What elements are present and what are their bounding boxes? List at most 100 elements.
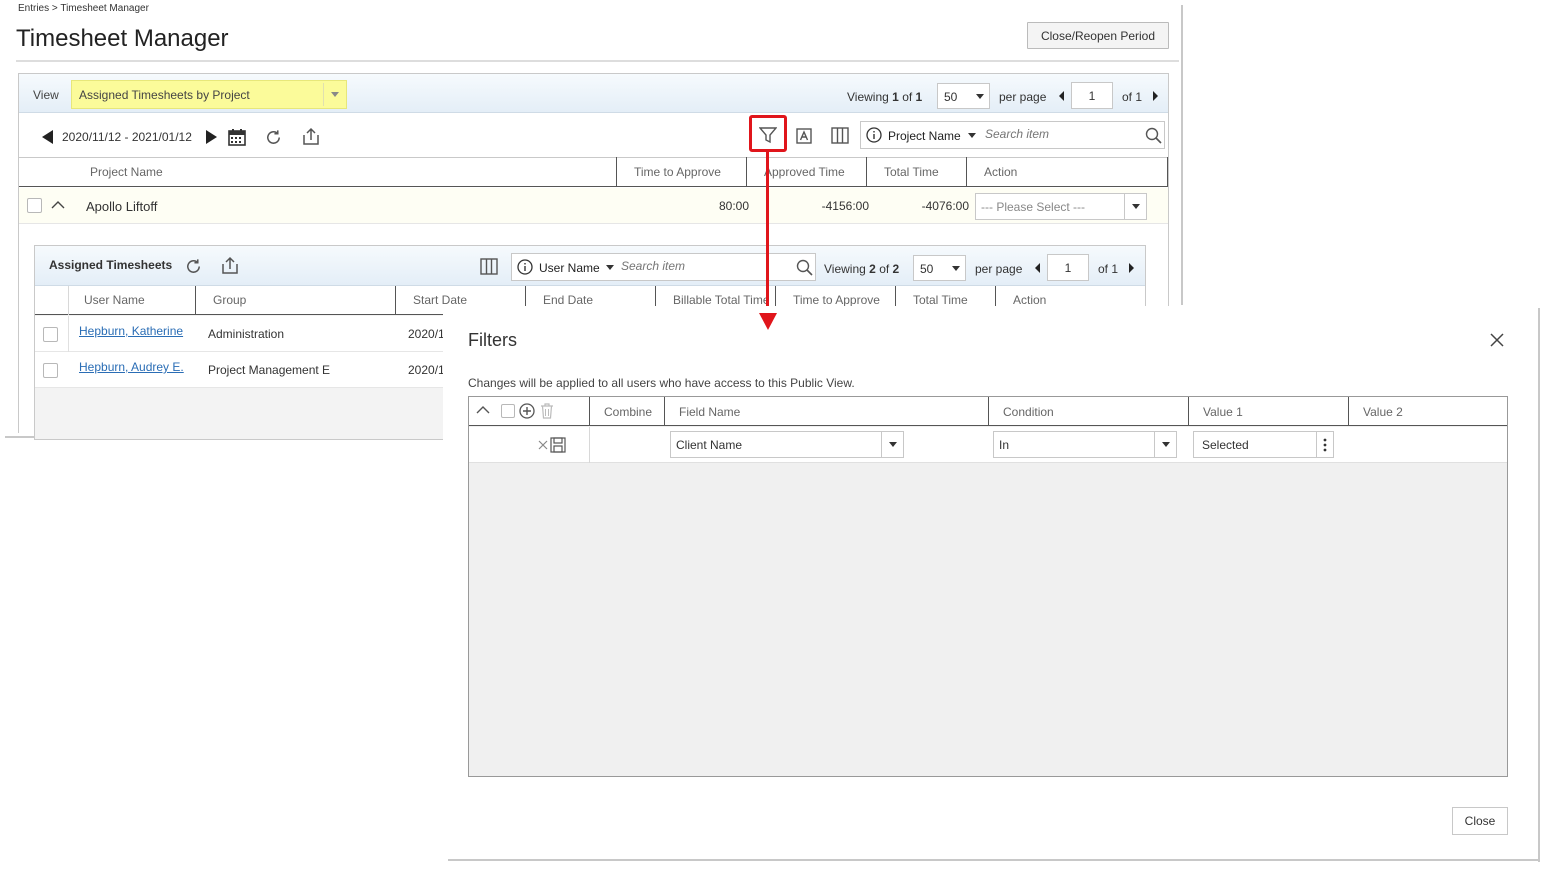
- col-action: Action: [1013, 293, 1047, 307]
- page-number-input[interactable]: 1: [1071, 82, 1113, 109]
- viewing-summary: Viewing 2 of 2: [824, 262, 900, 276]
- column-divider[interactable]: [746, 157, 747, 187]
- col-start-date[interactable]: Start Date: [413, 293, 467, 307]
- chevron-down-icon[interactable]: [1124, 194, 1146, 219]
- column-divider[interactable]: [1188, 397, 1189, 426]
- chevron-down-icon[interactable]: [323, 83, 345, 106]
- dialog-border-right: [1538, 308, 1540, 862]
- search-field-select[interactable]: Project Name: [888, 129, 961, 143]
- col-end-date[interactable]: End Date: [543, 293, 593, 307]
- user-link[interactable]: Hepburn, Katherine: [79, 324, 183, 338]
- column-divider[interactable]: [395, 286, 396, 315]
- export-icon[interactable]: [302, 127, 320, 146]
- value-1-value: Selected: [1202, 438, 1249, 452]
- column-divider[interactable]: [616, 157, 617, 187]
- close-reopen-period-button[interactable]: Close/Reopen Period: [1027, 22, 1169, 49]
- row-checkbox[interactable]: [27, 198, 42, 213]
- view-select-value: Assigned Timesheets by Project: [79, 88, 250, 102]
- col-user-name[interactable]: User Name: [84, 293, 145, 307]
- font-size-icon[interactable]: [796, 128, 812, 144]
- per-page-label: per page: [999, 90, 1047, 104]
- refresh-icon[interactable]: [264, 128, 283, 147]
- chevron-down-icon: [976, 94, 984, 99]
- close-button[interactable]: Close: [1452, 807, 1508, 835]
- chevron-up-icon[interactable]: [51, 200, 65, 210]
- col-field-name[interactable]: Field Name: [679, 405, 740, 419]
- chevron-up-icon[interactable]: [476, 405, 490, 415]
- col-total-time[interactable]: Total Time: [913, 293, 968, 307]
- info-icon[interactable]: [866, 127, 882, 143]
- time-to-approve-value: 80:00: [718, 199, 749, 213]
- next-period-icon[interactable]: [206, 130, 217, 144]
- chevron-down-icon[interactable]: [1154, 432, 1176, 457]
- col-billable-total-time[interactable]: Billable Total Time: [673, 293, 770, 307]
- col-project-name[interactable]: Project Name: [90, 165, 163, 179]
- per-page-value: 50: [920, 262, 934, 276]
- calendar-icon[interactable]: [228, 128, 246, 146]
- search-input[interactable]: [621, 259, 771, 273]
- chevron-down-icon[interactable]: [881, 432, 903, 457]
- prev-page-icon[interactable]: [1035, 263, 1040, 273]
- date-range: 2020/11/12 - 2021/01/12: [62, 130, 192, 144]
- prev-period-icon[interactable]: [42, 130, 53, 144]
- search-icon[interactable]: [1145, 127, 1162, 144]
- next-page-icon[interactable]: [1153, 91, 1158, 101]
- col-value-1[interactable]: Value 1: [1203, 405, 1243, 419]
- page-number-input[interactable]: 1: [1047, 254, 1089, 281]
- page-border-right: [1181, 5, 1183, 305]
- row-checkbox[interactable]: [43, 363, 58, 378]
- column-divider[interactable]: [866, 157, 867, 187]
- start-date-value: 2020/1: [408, 327, 445, 341]
- save-icon[interactable]: [550, 437, 566, 453]
- column-divider[interactable]: [664, 397, 665, 426]
- search-field-select[interactable]: User Name: [539, 261, 600, 275]
- add-icon[interactable]: [519, 403, 535, 419]
- trash-icon: [540, 403, 554, 419]
- col-condition[interactable]: Condition: [1003, 405, 1054, 419]
- columns-icon[interactable]: [831, 127, 849, 144]
- column-divider[interactable]: [195, 286, 196, 315]
- col-value-2[interactable]: Value 2: [1363, 405, 1403, 419]
- close-icon[interactable]: [1489, 332, 1505, 348]
- col-time-to-approve[interactable]: Time to Approve: [793, 293, 880, 307]
- dialog-title: Filters: [468, 330, 517, 350]
- total-time-value: -4076:00: [921, 199, 969, 213]
- filter-row: [469, 427, 1507, 463]
- condition-select[interactable]: [993, 431, 1177, 458]
- chevron-down-icon[interactable]: [606, 265, 614, 270]
- select-all-checkbox[interactable]: [501, 404, 515, 418]
- columns-icon[interactable]: [480, 258, 498, 275]
- next-page-icon[interactable]: [1129, 263, 1134, 273]
- field-name-value: Client Name: [676, 438, 743, 452]
- search-input[interactable]: [985, 127, 1135, 141]
- refresh-icon[interactable]: [184, 257, 203, 276]
- chevron-down-icon[interactable]: [968, 133, 976, 138]
- export-icon[interactable]: [221, 256, 239, 275]
- remove-icon[interactable]: [538, 440, 548, 450]
- info-icon[interactable]: [517, 259, 533, 275]
- action-select-placeholder: --- Please Select ---: [981, 200, 1086, 214]
- column-divider[interactable]: [589, 397, 590, 426]
- more-options-icon[interactable]: [1316, 432, 1333, 457]
- breadcrumb[interactable]: Entries > Timesheet Manager: [18, 3, 149, 14]
- condition-value: In: [999, 438, 1010, 452]
- dialog-note: Changes will be applied to all users who…: [468, 376, 855, 390]
- col-group[interactable]: Group: [213, 293, 246, 307]
- page-count: of 1: [1122, 90, 1143, 104]
- prev-page-icon[interactable]: [1059, 91, 1064, 101]
- user-link[interactable]: Hepburn, Audrey E.: [79, 360, 184, 374]
- col-time-to-approve[interactable]: Time to Approve: [634, 165, 721, 179]
- column-divider[interactable]: [1348, 397, 1349, 426]
- group-value: Project Management E: [208, 363, 331, 377]
- column-divider[interactable]: [966, 157, 967, 187]
- column-divider[interactable]: [988, 397, 989, 426]
- viewing-summary: Viewing 1 of 1: [847, 90, 923, 104]
- group-value: Administration: [208, 327, 285, 341]
- page-title: Timesheet Manager: [16, 25, 229, 52]
- col-approved-time[interactable]: Approved Time: [764, 165, 845, 179]
- row-checkbox[interactable]: [43, 327, 58, 342]
- search-icon[interactable]: [796, 259, 813, 276]
- approved-time-value: -4156:00: [821, 199, 869, 213]
- col-combine[interactable]: Combine: [604, 405, 652, 419]
- col-total-time[interactable]: Total Time: [884, 165, 939, 179]
